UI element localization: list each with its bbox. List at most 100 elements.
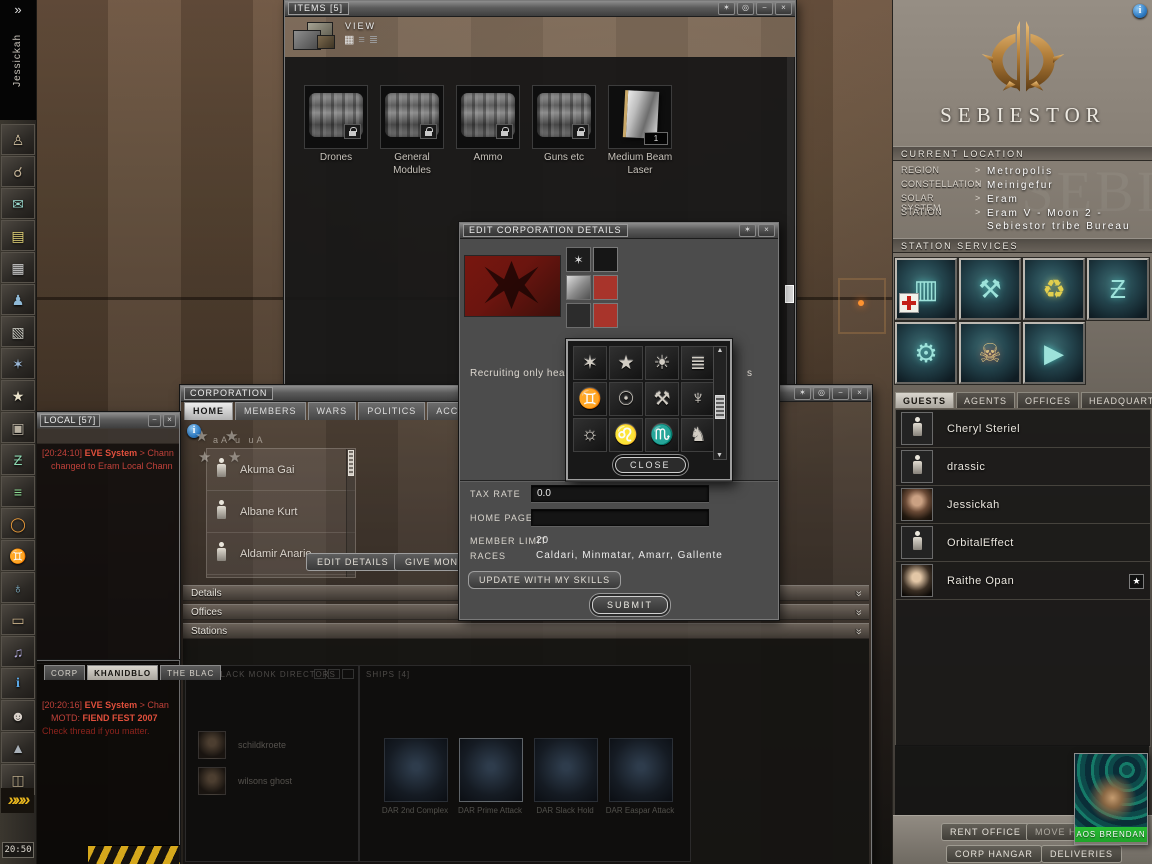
scorpion-symbol-icon[interactable]: ♏	[645, 418, 679, 452]
items-scrollbar[interactable]	[785, 57, 794, 393]
help-icon[interactable]: ◯	[1, 508, 35, 539]
edit-details-button[interactable]: EDIT DETAILS	[306, 553, 400, 571]
channels-icon[interactable]: ♟	[1, 284, 35, 315]
stack-icon[interactable]: ◎	[737, 2, 754, 15]
stack-icon[interactable]: ◎	[813, 387, 830, 400]
caduceus-symbol-icon[interactable]: ♆	[681, 382, 715, 416]
star-icon[interactable]: ★	[1129, 574, 1144, 589]
ship-tile[interactable]	[384, 738, 448, 802]
guest-row[interactable]: Jessickah	[896, 486, 1150, 524]
home-page-input[interactable]	[531, 509, 709, 526]
tab-guests[interactable]: GUESTS	[895, 392, 955, 408]
logo-color-picker-1[interactable]	[593, 247, 618, 272]
item-ammo[interactable]	[456, 85, 520, 149]
figures-symbol-icon[interactable]: ♊	[573, 382, 607, 416]
journal-icon[interactable]: ▭	[1, 604, 35, 635]
scrollbar-thumb[interactable]	[785, 285, 794, 303]
guest-row[interactable]: Raithe Opan ★	[896, 562, 1150, 600]
tab-offices[interactable]: OFFICES	[1017, 392, 1080, 408]
jukebox-icon[interactable]: ♫	[1, 636, 35, 667]
info-icon[interactable]: i	[1, 668, 35, 699]
factory-service-icon[interactable]: ⚙	[895, 322, 957, 384]
pin-icon[interactable]: ✶	[718, 2, 735, 15]
info-icon[interactable]: i	[1133, 4, 1147, 18]
pin-icon[interactable]: ✶	[739, 224, 756, 237]
ship-tile[interactable]	[534, 738, 598, 802]
scrollbar-thumb[interactable]	[715, 395, 725, 419]
item-guns-etc[interactable]	[532, 85, 596, 149]
starburst-symbol-icon[interactable]: ☼	[573, 418, 607, 452]
lab-service-icon[interactable]: Ƶ	[1087, 258, 1149, 320]
tab-accounts[interactable]: ACCOUNTS	[427, 402, 461, 420]
member-row[interactable]: Akuma Gai	[207, 449, 355, 491]
medical-service-icon[interactable]: ▥	[895, 258, 957, 320]
logo-shape-picker-3[interactable]	[566, 303, 591, 328]
sun-symbol-icon[interactable]: ☀	[645, 346, 679, 380]
minimize-icon[interactable]: −	[832, 387, 849, 400]
fish-symbol-icon[interactable]: ≣	[681, 346, 715, 380]
people-places-icon[interactable]: ☌	[1, 156, 35, 187]
items-window-titlebar[interactable]: ITEMS [5] ✶ ◎ − ×	[285, 1, 795, 17]
science-icon[interactable]: Ƶ	[1, 444, 35, 475]
minimize-icon[interactable]: −	[756, 2, 773, 15]
director-row[interactable]: wilsons ghost	[198, 767, 358, 795]
news-icon[interactable]: ▧	[1, 316, 35, 347]
market-icon[interactable]: ▦	[1, 252, 35, 283]
logo-color-picker-3[interactable]	[593, 303, 618, 328]
ship-tile[interactable]	[609, 738, 673, 802]
tab-wars[interactable]: WARS	[307, 402, 357, 420]
rent-office-button[interactable]: RENT OFFICE	[941, 823, 1030, 841]
member-row[interactable]: Albane Kurt	[207, 491, 355, 533]
logo-shape-picker-1[interactable]: ✶	[566, 247, 591, 272]
item-medium-beam-laser[interactable]: 1	[608, 85, 672, 149]
location-value[interactable]: Eram	[987, 193, 1149, 206]
scroll-up-icon[interactable]: ▲	[717, 347, 724, 354]
local-chat-titlebar[interactable]: LOCAL [57] − ×	[37, 413, 179, 429]
tongs-symbol-icon[interactable]: ⚒	[645, 382, 679, 416]
shrimp-symbol-icon[interactable]: ♌	[609, 418, 643, 452]
ship-icon[interactable]: ▲	[1, 732, 35, 763]
agent-portrait-card[interactable]: AOS BRENDAN	[1074, 753, 1148, 845]
browser-icon[interactable]: ♁	[1, 572, 35, 603]
guest-row[interactable]: OrbitalEffect	[896, 524, 1150, 562]
edit-window-titlebar[interactable]: EDIT CORPORATION DETAILS ✶ ×	[460, 223, 778, 239]
tab-khanidblo[interactable]: KHANIDBLO	[87, 665, 159, 680]
pin-icon[interactable]: ✶	[794, 387, 811, 400]
assets-icon[interactable]: ▣	[1, 412, 35, 443]
grid-view-icon[interactable]: ▦	[344, 34, 354, 46]
close-button[interactable]: CLOSE	[615, 457, 686, 473]
item-general-modules[interactable]	[380, 85, 444, 149]
submit-button[interactable]: SUBMIT	[592, 596, 669, 614]
tab-members[interactable]: MEMBERS	[235, 402, 306, 420]
director-row[interactable]: schildkroete	[198, 731, 358, 759]
close-icon[interactable]: ×	[758, 224, 775, 237]
repairshop-service-icon[interactable]: ⚒	[959, 258, 1021, 320]
chat-icon[interactable]: ♊	[1, 540, 35, 571]
character-sheet-icon[interactable]: ♙	[1, 124, 35, 155]
update-with-my-skills-button[interactable]: UPDATE WITH MY SKILLS	[468, 571, 622, 589]
bounty-office-service-icon[interactable]: ☠	[959, 322, 1021, 384]
tab-agents[interactable]: AGENTS	[956, 392, 1016, 408]
circle-dot-symbol-icon[interactable]: ☉	[609, 382, 643, 416]
guest-row[interactable]: Cheryl Steriel	[896, 410, 1150, 448]
starmap-icon[interactable]: ★	[1, 380, 35, 411]
font-size-controls[interactable]: aA u uA	[213, 435, 266, 445]
shipyard-service-icon[interactable]: ▶	[1023, 322, 1085, 384]
tab-corp[interactable]: CORP	[44, 665, 86, 680]
aura-icon[interactable]: ☻	[1, 700, 35, 731]
tab-headquarters[interactable]: HEADQUARTERS	[1081, 392, 1152, 408]
logo-shape-picker-2[interactable]	[566, 275, 591, 300]
location-value[interactable]: Eram V - Moon 2 - Sebiestor tribe Bureau	[987, 207, 1149, 233]
item-drones[interactable]	[304, 85, 368, 149]
notepad-icon[interactable]: ▤	[1, 220, 35, 251]
scroll-down-icon[interactable]: ▼	[716, 452, 723, 459]
minimize-icon[interactable]: −	[148, 414, 161, 427]
spiral-symbol-icon[interactable]: ✶	[573, 346, 607, 380]
corp-hangar-button[interactable]: CORP HANGAR	[946, 845, 1042, 863]
details-view-icon[interactable]: ≣	[369, 34, 378, 46]
map-icon[interactable]: ✶	[1, 348, 35, 379]
tab-home[interactable]: HOME	[184, 402, 233, 420]
reprocessing-service-icon[interactable]: ♻	[1023, 258, 1085, 320]
symbol-scrollbar[interactable]: ▲ ▼	[713, 346, 727, 460]
horse-symbol-icon[interactable]: ♞	[681, 418, 715, 452]
